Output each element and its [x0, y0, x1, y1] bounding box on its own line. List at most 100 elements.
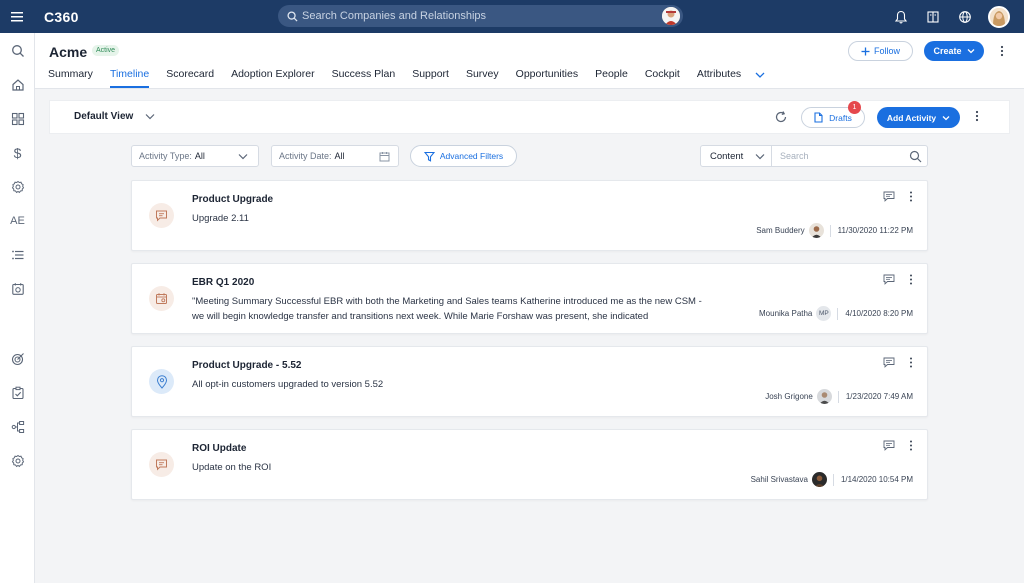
globe-icon[interactable]: [956, 8, 974, 26]
top-icons: [892, 0, 1010, 33]
more-options-icon[interactable]: [909, 274, 913, 285]
activity-card[interactable]: Product Upgrade - 5.52 All opt-in custom…: [131, 346, 928, 417]
author-avatar: [816, 389, 832, 404]
tab-scorecard[interactable]: Scorecard: [166, 68, 214, 88]
chat-note-icon: [149, 452, 174, 477]
activity-type-label: Activity Type:: [139, 151, 192, 161]
activity-title[interactable]: Product Upgrade - 5.52: [192, 360, 301, 371]
activity-meta: Sahil Srivastava 1/14/2020 10:54 PM: [751, 472, 913, 487]
activity-title[interactable]: Product Upgrade: [192, 194, 273, 205]
activity-author[interactable]: Mounika Patha: [759, 309, 812, 318]
tab-summary[interactable]: Summary: [48, 68, 93, 88]
search-avatar[interactable]: [662, 7, 680, 25]
tab-timeline[interactable]: Timeline: [109, 68, 150, 88]
timeline-view-bar: Default View Drafts 1 Add Activity: [49, 100, 1010, 134]
activity-date-filter[interactable]: Activity Date: All: [271, 145, 399, 167]
author-avatar: [811, 472, 827, 487]
calendar-meeting-icon: [149, 286, 174, 311]
activity-author[interactable]: Sahil Srivastava: [751, 475, 808, 484]
activity-body: "Meeting Summary Successful EBR with bot…: [192, 296, 702, 322]
chat-note-icon: [149, 203, 174, 228]
advanced-filters-button[interactable]: Advanced Filters: [410, 145, 517, 167]
meta-divider: [837, 307, 839, 320]
left-nav: $ AE: [0, 33, 35, 583]
tab-survey[interactable]: Survey: [466, 68, 499, 88]
user-avatar[interactable]: [988, 5, 1010, 28]
location-pin-icon: [149, 369, 174, 394]
activity-author[interactable]: Sam Buddery: [756, 226, 804, 235]
drafts-count-badge: 1: [848, 101, 861, 114]
activity-card[interactable]: Product Upgrade Upgrade 2.11 Sam Buddery…: [131, 180, 928, 251]
follow-button[interactable]: Follow: [848, 41, 913, 61]
view-selector[interactable]: Default View: [74, 111, 155, 122]
global-search-input[interactable]: [302, 10, 642, 22]
tab-adoption-explorer[interactable]: Adoption Explorer: [231, 68, 314, 88]
tab-attributes[interactable]: Attributes: [697, 68, 741, 88]
admin-gear-nav-icon[interactable]: [0, 449, 35, 473]
activity-actions: [883, 357, 913, 368]
comment-icon[interactable]: [883, 440, 895, 451]
add-activity-label: Add Activity: [886, 112, 937, 123]
calendar-icon: [379, 152, 390, 162]
target-nav-icon[interactable]: [0, 347, 35, 371]
company-tabs: Summary Timeline Scorecard Adoption Expl…: [48, 68, 768, 88]
advanced-filters-label: Advanced Filters: [439, 151, 504, 161]
activity-body: Update on the ROI: [192, 462, 272, 473]
more-options-icon[interactable]: [909, 191, 913, 202]
dashboard-nav-icon[interactable]: [0, 107, 35, 131]
search-icon[interactable]: [909, 150, 922, 163]
search-nav-icon[interactable]: [0, 39, 35, 63]
checklist-nav-icon[interactable]: [0, 381, 35, 405]
home-nav-icon[interactable]: [0, 73, 35, 97]
chevron-down-icon: [967, 49, 974, 54]
dollar-nav-icon[interactable]: $: [0, 141, 35, 165]
create-button[interactable]: Create: [924, 41, 984, 61]
global-search-bar[interactable]: [278, 5, 683, 27]
activity-date: 1/14/2020 10:54 PM: [840, 475, 913, 484]
document-icon: [814, 112, 823, 123]
activity-type-filter[interactable]: Activity Type: All: [131, 145, 259, 167]
activity-card[interactable]: EBR Q1 2020 "Meeting Summary Successful …: [131, 263, 928, 334]
refresh-icon[interactable]: [774, 110, 790, 126]
activity-author[interactable]: Josh Grigone: [765, 392, 813, 401]
tab-opportunities[interactable]: Opportunities: [516, 68, 578, 88]
ae-nav-label[interactable]: AE: [0, 209, 35, 233]
activity-actions: [883, 274, 913, 285]
timeline-search-input[interactable]: [780, 151, 900, 161]
content-select[interactable]: Content: [700, 145, 772, 167]
activity-title[interactable]: ROI Update: [192, 443, 246, 454]
activity-title[interactable]: EBR Q1 2020: [192, 277, 254, 288]
comment-icon[interactable]: [883, 357, 895, 368]
activity-date-value: All: [334, 151, 345, 161]
top-bar: C360: [0, 0, 1024, 33]
activity-card[interactable]: ROI Update Update on the ROI Sahil Sriva…: [131, 429, 928, 500]
more-options-icon[interactable]: [909, 440, 913, 451]
comment-icon[interactable]: [883, 274, 895, 285]
hierarchy-nav-icon[interactable]: [0, 415, 35, 439]
search-icon: [287, 10, 298, 22]
bell-icon[interactable]: [892, 8, 910, 26]
list-nav-icon[interactable]: [0, 243, 35, 267]
activity-body: All opt-in customers upgraded to version…: [192, 379, 384, 390]
app-brand[interactable]: C360: [44, 9, 79, 25]
more-options-icon[interactable]: [909, 357, 913, 368]
view-label: Default View: [74, 111, 134, 122]
tab-people[interactable]: People: [595, 68, 628, 88]
create-label: Create: [933, 46, 962, 56]
more-options-icon[interactable]: [995, 41, 1009, 61]
add-activity-button[interactable]: Add Activity: [877, 107, 960, 128]
menu-icon[interactable]: [0, 0, 34, 33]
comment-icon[interactable]: [883, 191, 895, 202]
book-icon[interactable]: [924, 8, 942, 26]
tab-support[interactable]: Support: [412, 68, 449, 88]
settings-gear-nav-icon[interactable]: [0, 175, 35, 199]
tab-success-plan[interactable]: Success Plan: [332, 68, 396, 88]
more-options-icon[interactable]: [975, 110, 989, 126]
filter-funnel-icon: [423, 151, 435, 162]
chevron-down-icon: [238, 154, 248, 160]
activity-actions: [883, 191, 913, 202]
status-badge: Active: [92, 45, 120, 56]
calendar-nav-icon[interactable]: [0, 277, 35, 301]
more-tabs-chevron-icon[interactable]: [754, 69, 768, 83]
tab-cockpit[interactable]: Cockpit: [645, 68, 680, 88]
